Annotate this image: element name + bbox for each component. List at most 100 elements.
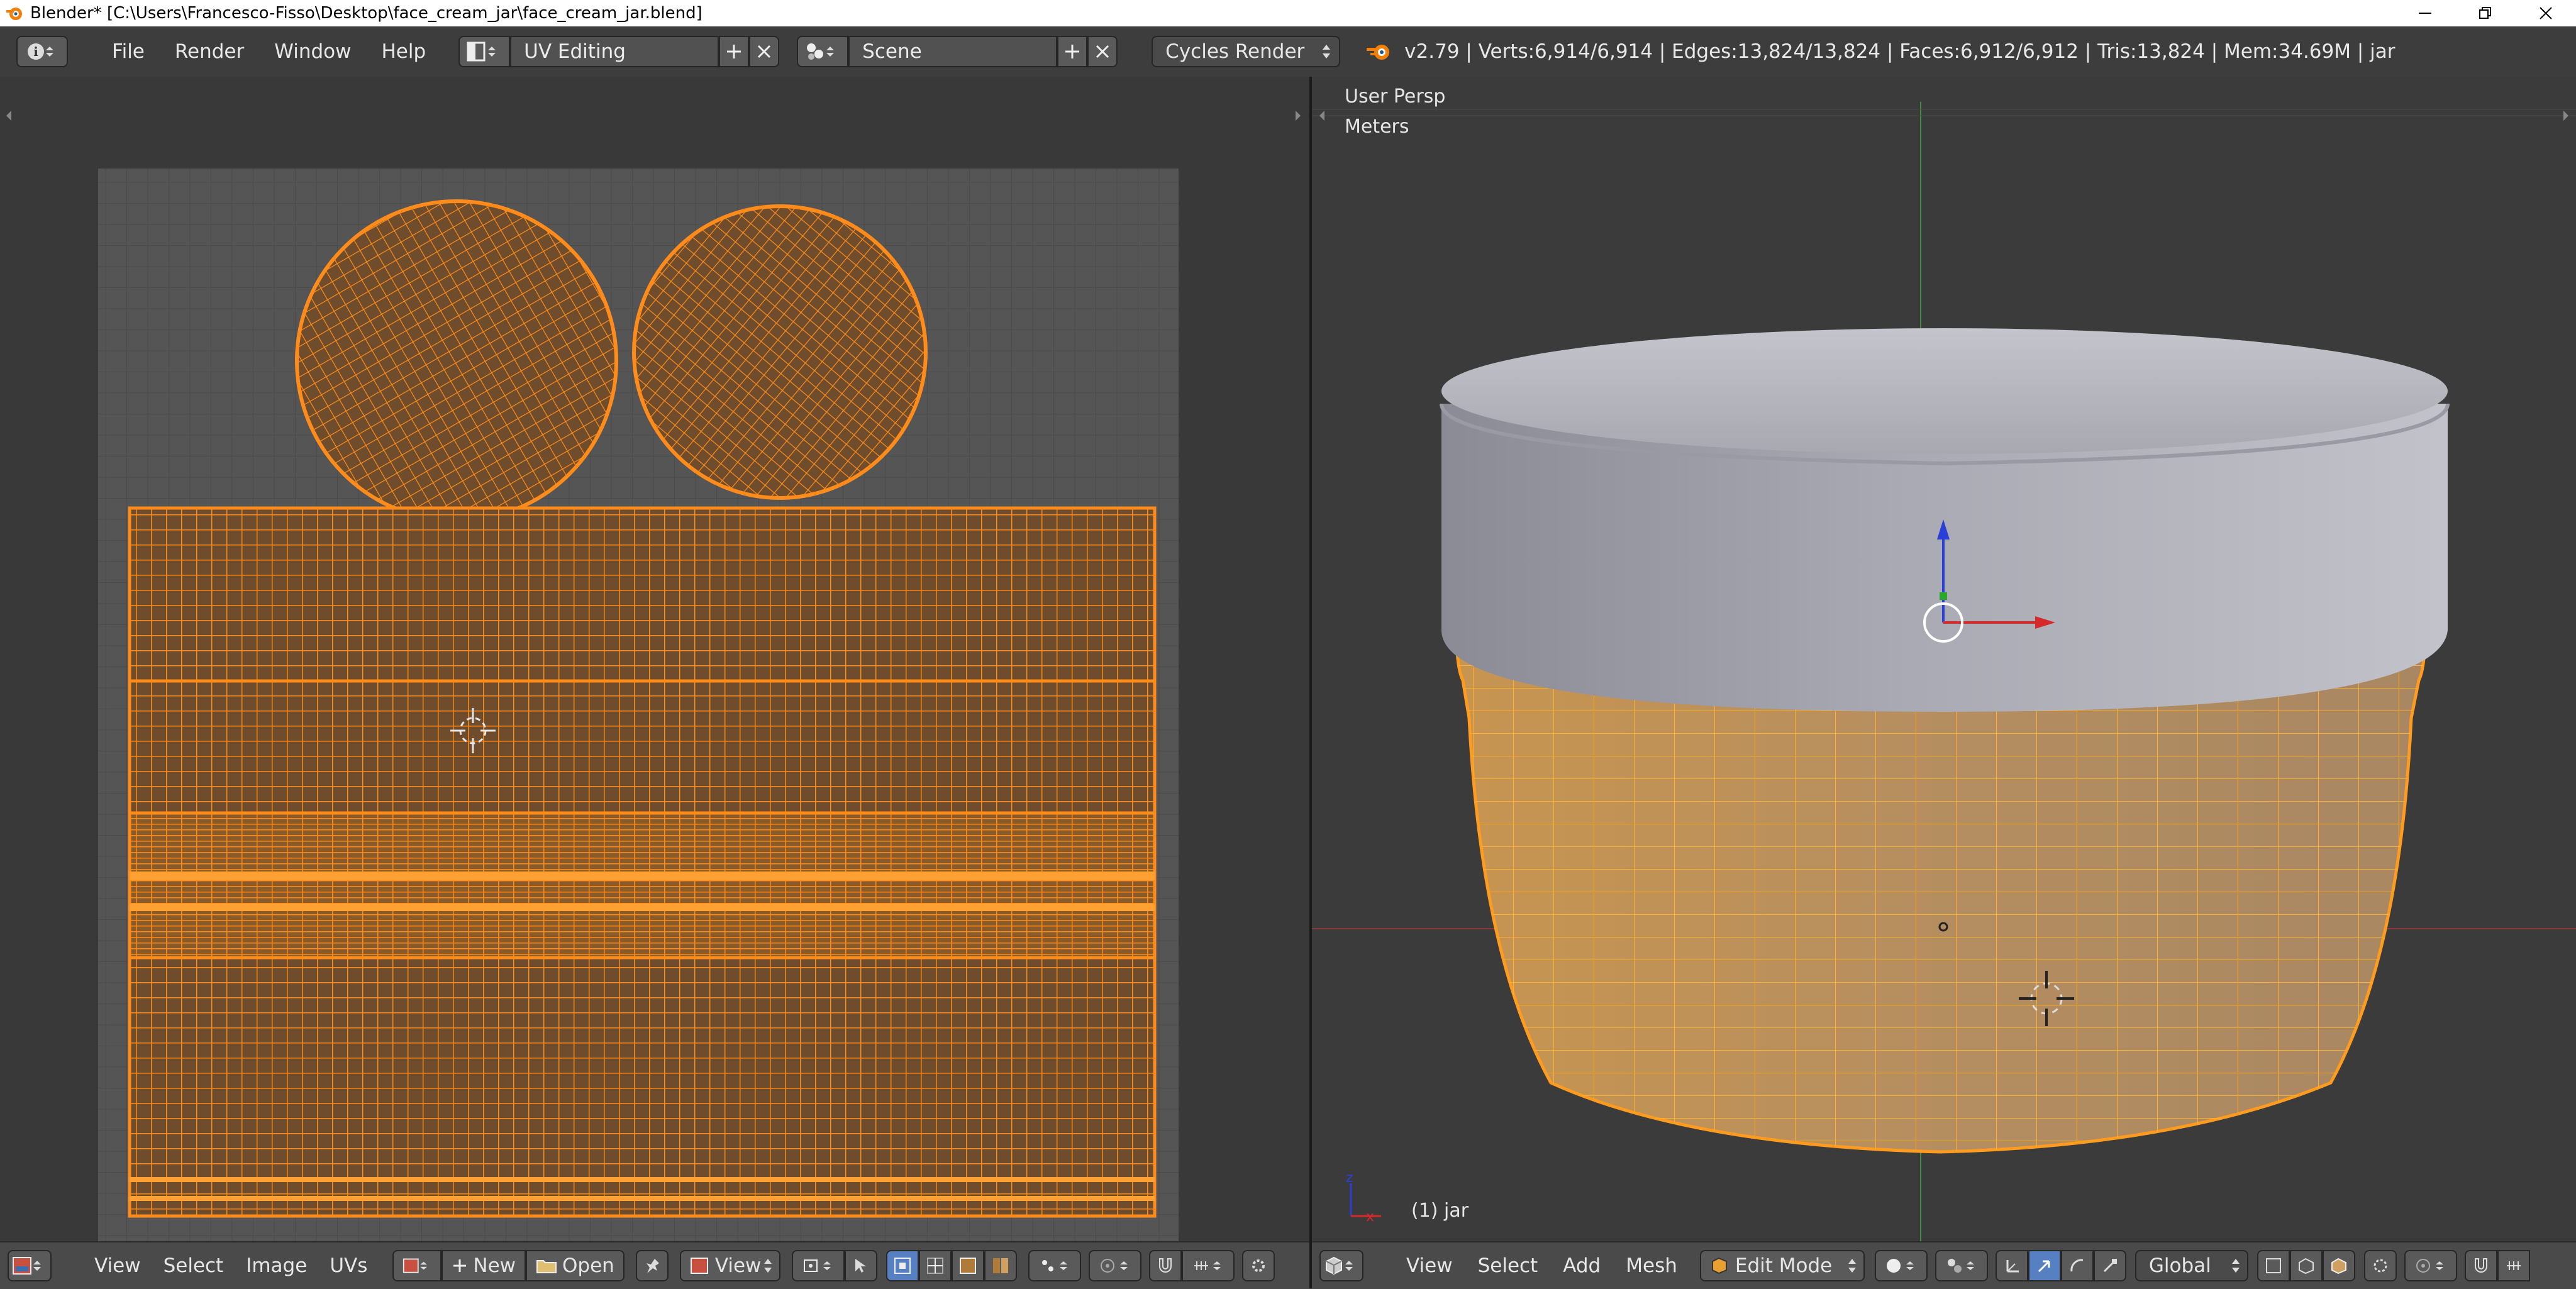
menu-window[interactable]: Window — [259, 40, 366, 63]
image-editor-icon — [690, 1258, 708, 1274]
minimize-button[interactable] — [2395, 0, 2455, 26]
uv-island-side-dense[interactable] — [128, 811, 1157, 960]
restore-icon — [2479, 7, 2491, 19]
transform-orientation-select[interactable]: Global — [2135, 1250, 2248, 1281]
uv-menu-view[interactable]: View — [83, 1254, 152, 1277]
chevron-updown-icon — [2231, 1259, 2240, 1273]
vp-menu-select[interactable]: Select — [1465, 1254, 1551, 1277]
viewport-shading-select[interactable] — [1874, 1250, 1928, 1281]
translate-arrow-icon — [2038, 1260, 2050, 1273]
uv-mode-select[interactable]: View — [679, 1250, 780, 1281]
magnet-icon — [2474, 1258, 2487, 1273]
delete-screen-button[interactable] — [749, 36, 780, 67]
pivot-point-select[interactable] — [1935, 1250, 1988, 1281]
pivot-select[interactable] — [791, 1250, 845, 1281]
menu-render[interactable]: Render — [160, 40, 259, 63]
scene-browse-button[interactable] — [797, 36, 849, 67]
open-image-label: Open — [562, 1254, 614, 1277]
view-axes-gizmo: z x — [1346, 1170, 1381, 1225]
scale-manipulator-button[interactable] — [2093, 1250, 2126, 1281]
new-image-button[interactable]: New — [441, 1250, 526, 1281]
chevron-updown-icon — [1323, 45, 1331, 58]
snap-element-select[interactable] — [1181, 1250, 1235, 1281]
uv-region-arrow-right[interactable] — [1296, 111, 1301, 121]
render-engine-select[interactable]: Cycles Render — [1152, 36, 1341, 67]
svg-text:i: i — [33, 44, 38, 59]
units-label: Meters — [1345, 116, 1409, 138]
uv-editor-extra-button[interactable] — [1241, 1250, 1275, 1281]
sticky-select-mode[interactable] — [1028, 1250, 1081, 1281]
select-edge-button[interactable] — [918, 1250, 952, 1281]
window-title: Blender* [C:\Users\Francesco-Fisso\Deskt… — [30, 4, 702, 23]
vp-menu-add[interactable]: Add — [1550, 1254, 1613, 1277]
window-controls — [2395, 0, 2576, 26]
info-header: i File Render Window Help UV Editing Sce… — [0, 26, 2576, 78]
proportional-editing-select[interactable] — [2404, 1250, 2457, 1281]
layer-button-3[interactable] — [2322, 1250, 2355, 1281]
sticky-icon — [1041, 1260, 1067, 1271]
3d-viewport-header: View Select Add Mesh Edit Mode Global — [1312, 1241, 2576, 1289]
uv-island-jar-bottom[interactable] — [632, 204, 928, 500]
open-image-button[interactable]: Open — [526, 1250, 625, 1281]
uv-canvas[interactable] — [0, 77, 1309, 1241]
uv-region-arrow-left[interactable] — [6, 111, 11, 121]
interaction-mode-select[interactable]: Edit Mode — [1699, 1250, 1865, 1281]
viewport-canvas[interactable]: z x — [1312, 77, 2576, 1241]
layer-button-1[interactable] — [2257, 1250, 2290, 1281]
uv-menu-uvs[interactable]: UVs — [318, 1254, 379, 1277]
select-vertex-button[interactable] — [886, 1250, 919, 1281]
editor-type-info[interactable]: i — [16, 36, 68, 67]
uv-mode-value: View — [714, 1254, 762, 1277]
sync-selection-button[interactable] — [844, 1250, 877, 1281]
restore-button[interactable] — [2455, 0, 2516, 26]
cursor-icon — [855, 1259, 866, 1273]
view-name-label: User Persp — [1345, 86, 1446, 108]
shading-icon — [1886, 1259, 1914, 1273]
uv-island-side-upper[interactable] — [128, 506, 1157, 683]
select-face-button[interactable] — [951, 1250, 984, 1281]
viewport-snap-element[interactable] — [2497, 1250, 2530, 1281]
vp-menu-mesh[interactable]: Mesh — [1613, 1254, 1690, 1277]
viewport-snap-toggle[interactable] — [2464, 1250, 2497, 1281]
viewport-region-arrow-left[interactable] — [1319, 111, 1324, 121]
window-titlebar: Blender* [C:\Users\Francesco-Fisso\Deskt… — [0, 0, 2576, 26]
svg-text:z: z — [1346, 1170, 1353, 1186]
image-browse-button[interactable] — [392, 1250, 442, 1281]
rotate-manipulator-button[interactable] — [2060, 1250, 2094, 1281]
menu-file[interactable]: File — [97, 40, 160, 63]
uv-island-lid-top[interactable] — [295, 199, 618, 523]
vp-menu-view[interactable]: View — [1394, 1254, 1465, 1277]
3d-viewport[interactable]: z x User Persp Meters (1) jar — [1312, 77, 2576, 1241]
close-window-button[interactable] — [2516, 0, 2576, 26]
jar-lid[interactable] — [1440, 328, 2450, 712]
screen-layout-name-field[interactable]: UV Editing — [510, 36, 719, 67]
uv-island-side-middle[interactable] — [128, 679, 1157, 815]
delete-scene-button[interactable] — [1087, 36, 1118, 67]
add-screen-button[interactable] — [719, 36, 750, 67]
render-engine-value: Cycles Render — [1165, 40, 1305, 63]
select-island-button[interactable] — [984, 1250, 1017, 1281]
scene-name-field[interactable]: Scene — [848, 36, 1058, 67]
occlude-geometry-toggle[interactable] — [2363, 1250, 2397, 1281]
viewport-region-arrow-right[interactable] — [2563, 111, 2568, 121]
add-icon — [727, 45, 741, 58]
snap-toggle[interactable] — [1148, 1250, 1182, 1281]
snap-increment-icon — [1194, 1261, 1221, 1270]
folder-icon — [536, 1260, 557, 1273]
proportional-edit-select[interactable] — [1088, 1250, 1141, 1281]
uv-menu-image[interactable]: Image — [235, 1254, 318, 1277]
image-editor-icon — [13, 1257, 41, 1275]
face-select-icon — [959, 1258, 976, 1274]
edit-mode-icon — [1711, 1257, 1727, 1275]
manipulator-toggle[interactable] — [1995, 1250, 2028, 1281]
add-scene-button[interactable] — [1057, 36, 1088, 67]
screen-layout-browse-button[interactable] — [458, 36, 511, 67]
uv-image-editor[interactable] — [0, 77, 1309, 1241]
uv-editor-type-button[interactable] — [8, 1250, 52, 1281]
pin-image-button[interactable] — [635, 1250, 669, 1281]
translate-manipulator-button[interactable] — [2028, 1250, 2061, 1281]
menu-help[interactable]: Help — [366, 40, 441, 63]
layer-button-2[interactable] — [2289, 1250, 2323, 1281]
uv-menu-select[interactable]: Select — [152, 1254, 235, 1277]
viewport-editor-type-button[interactable] — [1319, 1250, 1363, 1281]
